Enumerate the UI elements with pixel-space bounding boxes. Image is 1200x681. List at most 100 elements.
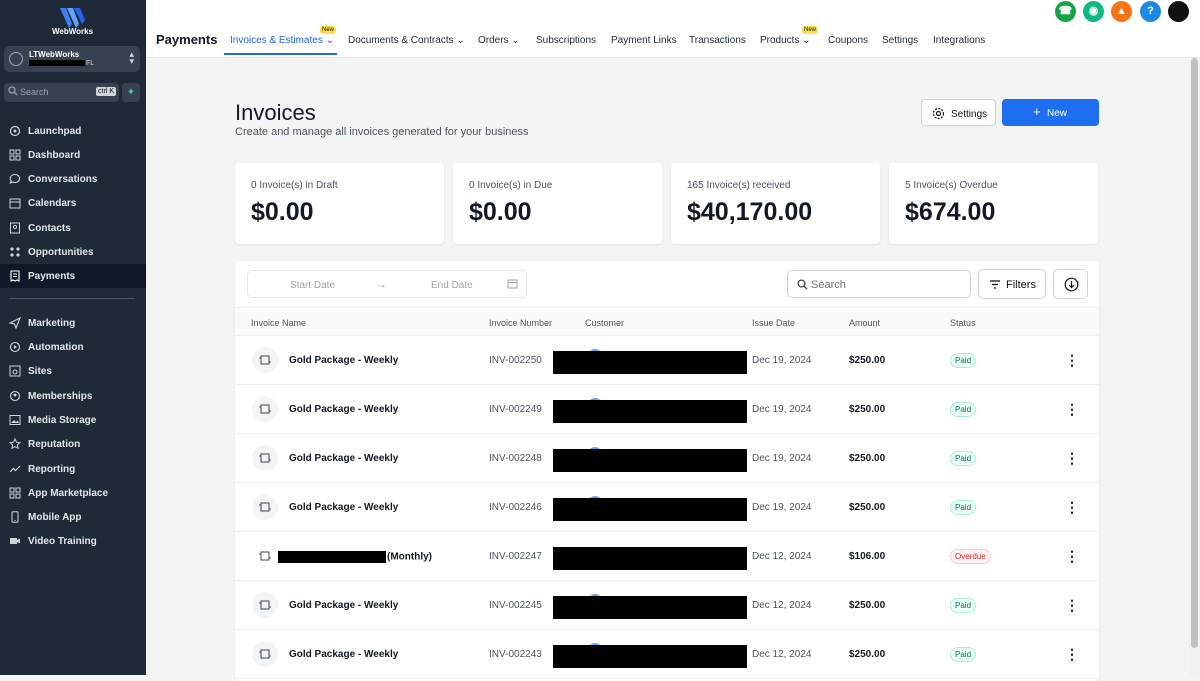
column-header[interactable]: Issue Date bbox=[752, 318, 795, 328]
table-row[interactable]: Gold Package - Weekly INV-002246 Dec 19,… bbox=[235, 483, 1099, 532]
more-options-icon[interactable]: ⋮ bbox=[1065, 399, 1079, 419]
more-options-icon[interactable]: ⋮ bbox=[1065, 644, 1079, 664]
sidebar-item-launchpad[interactable]: Launchpad bbox=[0, 119, 146, 143]
sidebar-item-label: Payments bbox=[28, 271, 76, 282]
sidebar-item-reputation[interactable]: Reputation bbox=[0, 432, 146, 456]
sidebar-item-app-marketplace[interactable]: App Marketplace bbox=[0, 481, 146, 505]
column-header[interactable]: Invoice Name bbox=[251, 318, 306, 328]
sidebar-item-conversations[interactable]: Conversations bbox=[0, 167, 146, 191]
settings-button[interactable]: Settings bbox=[921, 99, 996, 126]
sidebar-search[interactable]: Search ctrl K bbox=[4, 83, 119, 102]
table-row[interactable]: Gold Package - Weekly INV-002248 Dec 19,… bbox=[235, 434, 1099, 483]
megaphone-icon[interactable]: ◉ bbox=[1083, 1, 1104, 22]
receipt-icon bbox=[10, 270, 20, 282]
search-icon bbox=[8, 86, 18, 96]
sidebar-item-opportunities[interactable]: Opportunities bbox=[0, 240, 146, 264]
active-tab-indicator bbox=[224, 53, 337, 55]
summary-card-label: 165 Invoice(s) received bbox=[687, 180, 791, 191]
table-row[interactable]: (Monthly) INV-002247 Dec 12, 2024 $106.0… bbox=[235, 532, 1099, 581]
customer-redacted bbox=[553, 645, 747, 668]
table-header: Invoice Name Invoice Number Customer Iss… bbox=[235, 307, 1099, 336]
rocket-icon bbox=[9, 125, 21, 137]
invoice-name[interactable]: Gold Package - Weekly bbox=[289, 502, 398, 513]
sidebar-item-automation[interactable]: Automation bbox=[0, 335, 146, 359]
sidebar-item-contacts[interactable]: Contacts bbox=[0, 216, 146, 240]
invoice-number: INV-002245 bbox=[489, 600, 542, 611]
sidebar-item-calendars[interactable]: Calendars bbox=[0, 191, 146, 215]
tab-settings[interactable]: Settings bbox=[882, 35, 918, 46]
invoices-table-panel: Start Date → End Date Search Filters Inv… bbox=[235, 261, 1099, 681]
calendar-icon bbox=[507, 279, 518, 289]
sidebar-item-reporting[interactable]: Reporting bbox=[0, 457, 146, 481]
webworks-logo[interactable]: WebWorks bbox=[52, 6, 93, 36]
start-date-input[interactable]: Start Date bbox=[290, 280, 335, 291]
plus-icon: + bbox=[1033, 104, 1041, 119]
column-header[interactable]: Status bbox=[950, 318, 976, 328]
tab-orders[interactable]: Orders ⌄ bbox=[478, 35, 520, 46]
chevron-down-icon: ⌄ bbox=[802, 35, 811, 46]
tab-subscriptions[interactable]: Subscriptions bbox=[536, 35, 596, 46]
sidebar-item-mobile-app[interactable]: Mobile App bbox=[0, 505, 146, 529]
date-range-picker[interactable]: Start Date → End Date bbox=[247, 270, 527, 298]
summary-card-value: $0.00 bbox=[469, 198, 532, 226]
invoice-name[interactable]: Gold Package - Weekly bbox=[289, 404, 398, 415]
filters-button[interactable]: Filters bbox=[978, 269, 1046, 299]
tab-invoices-estimates[interactable]: Invoices & Estimates ⌄ bbox=[230, 35, 334, 46]
new-invoice-button[interactable]: + New bbox=[1002, 99, 1099, 126]
column-header[interactable]: Amount bbox=[849, 318, 880, 328]
recurring-icon bbox=[252, 396, 278, 422]
sidebar-item-dashboard[interactable]: Dashboard bbox=[0, 143, 146, 167]
more-options-icon[interactable]: ⋮ bbox=[1065, 350, 1079, 370]
sidebar: WebWorks LTWebWorks FL ▴ ▾ Search ctrl K … bbox=[0, 0, 146, 675]
customer-redacted bbox=[553, 547, 747, 570]
status-badge: Overdue bbox=[950, 549, 991, 564]
table-row[interactable]: Gold Package - Weekly INV-002250 Dec 19,… bbox=[235, 336, 1099, 385]
account-switcher[interactable]: LTWebWorks FL ▴ ▾ bbox=[4, 46, 140, 72]
tab-payment-links[interactable]: Payment Links bbox=[611, 35, 677, 46]
more-options-icon[interactable]: ⋮ bbox=[1065, 546, 1079, 566]
bell-icon[interactable]: ▲ bbox=[1111, 1, 1132, 22]
gear-icon bbox=[932, 107, 945, 120]
scrollbar-thumb[interactable] bbox=[1191, 58, 1198, 648]
sidebar-item-video-training[interactable]: Video Training bbox=[0, 529, 146, 553]
invoice-name[interactable]: Gold Package - Weekly bbox=[289, 453, 398, 464]
sidebar-item-memberships[interactable]: Memberships bbox=[0, 384, 146, 408]
status-badge: Paid bbox=[950, 402, 977, 417]
more-options-icon[interactable]: ⋮ bbox=[1065, 595, 1079, 615]
avatar-icon[interactable] bbox=[1168, 1, 1189, 22]
mobile-icon bbox=[11, 511, 19, 523]
phone-icon[interactable]: ☎ bbox=[1055, 1, 1076, 22]
table-row[interactable]: Gold Package - Weekly INV-002249 Dec 19,… bbox=[235, 385, 1099, 434]
invoice-name[interactable]: Gold Package - Weekly bbox=[289, 649, 398, 660]
sidebar-item-media-storage[interactable]: Media Storage bbox=[0, 408, 146, 432]
table-row[interactable]: Gold Package - Weekly INV-002245 Dec 12,… bbox=[235, 581, 1099, 630]
quick-action-bolt-icon[interactable]: ✦ bbox=[122, 83, 140, 102]
sidebar-item-marketing[interactable]: Marketing bbox=[0, 311, 146, 335]
sidebar-item-sites[interactable]: Sites bbox=[0, 359, 146, 383]
invoice-name[interactable]: Gold Package - Weekly bbox=[289, 355, 398, 366]
invoice-name[interactable]: Gold Package - Weekly bbox=[289, 600, 398, 611]
column-header[interactable]: Invoice Number bbox=[489, 318, 552, 328]
page-scrollbar[interactable] bbox=[1189, 58, 1200, 675]
sidebar-item-label: Calendars bbox=[28, 198, 77, 209]
sidebar-item-label: Launchpad bbox=[28, 126, 82, 137]
invoice-number: INV-002243 bbox=[489, 649, 542, 660]
tab-coupons[interactable]: Coupons bbox=[828, 35, 868, 46]
customer-redacted bbox=[553, 449, 747, 472]
help-icon[interactable]: ? bbox=[1140, 1, 1161, 22]
column-header[interactable]: Customer bbox=[585, 318, 624, 328]
tab-documents-contracts[interactable]: Documents & Contracts ⌄ bbox=[348, 35, 465, 46]
more-options-icon[interactable]: ⋮ bbox=[1065, 448, 1079, 468]
invoice-name[interactable]: (Monthly) bbox=[278, 551, 432, 563]
sidebar-item-label: Video Training bbox=[28, 536, 97, 547]
end-date-input[interactable]: End Date bbox=[431, 280, 473, 291]
tab-transactions[interactable]: Transactions bbox=[689, 35, 746, 46]
customer-redacted bbox=[553, 596, 747, 619]
more-options-icon[interactable]: ⋮ bbox=[1065, 497, 1079, 517]
tab-products[interactable]: Products ⌄ bbox=[760, 35, 811, 46]
tab-integrations[interactable]: Integrations bbox=[933, 35, 985, 46]
download-button[interactable] bbox=[1053, 269, 1088, 299]
invoice-search-input[interactable]: Search bbox=[787, 270, 971, 298]
table-row[interactable]: Gold Package - Weekly INV-002243 Dec 12,… bbox=[235, 630, 1099, 679]
sidebar-item-payments[interactable]: Payments bbox=[0, 264, 146, 288]
